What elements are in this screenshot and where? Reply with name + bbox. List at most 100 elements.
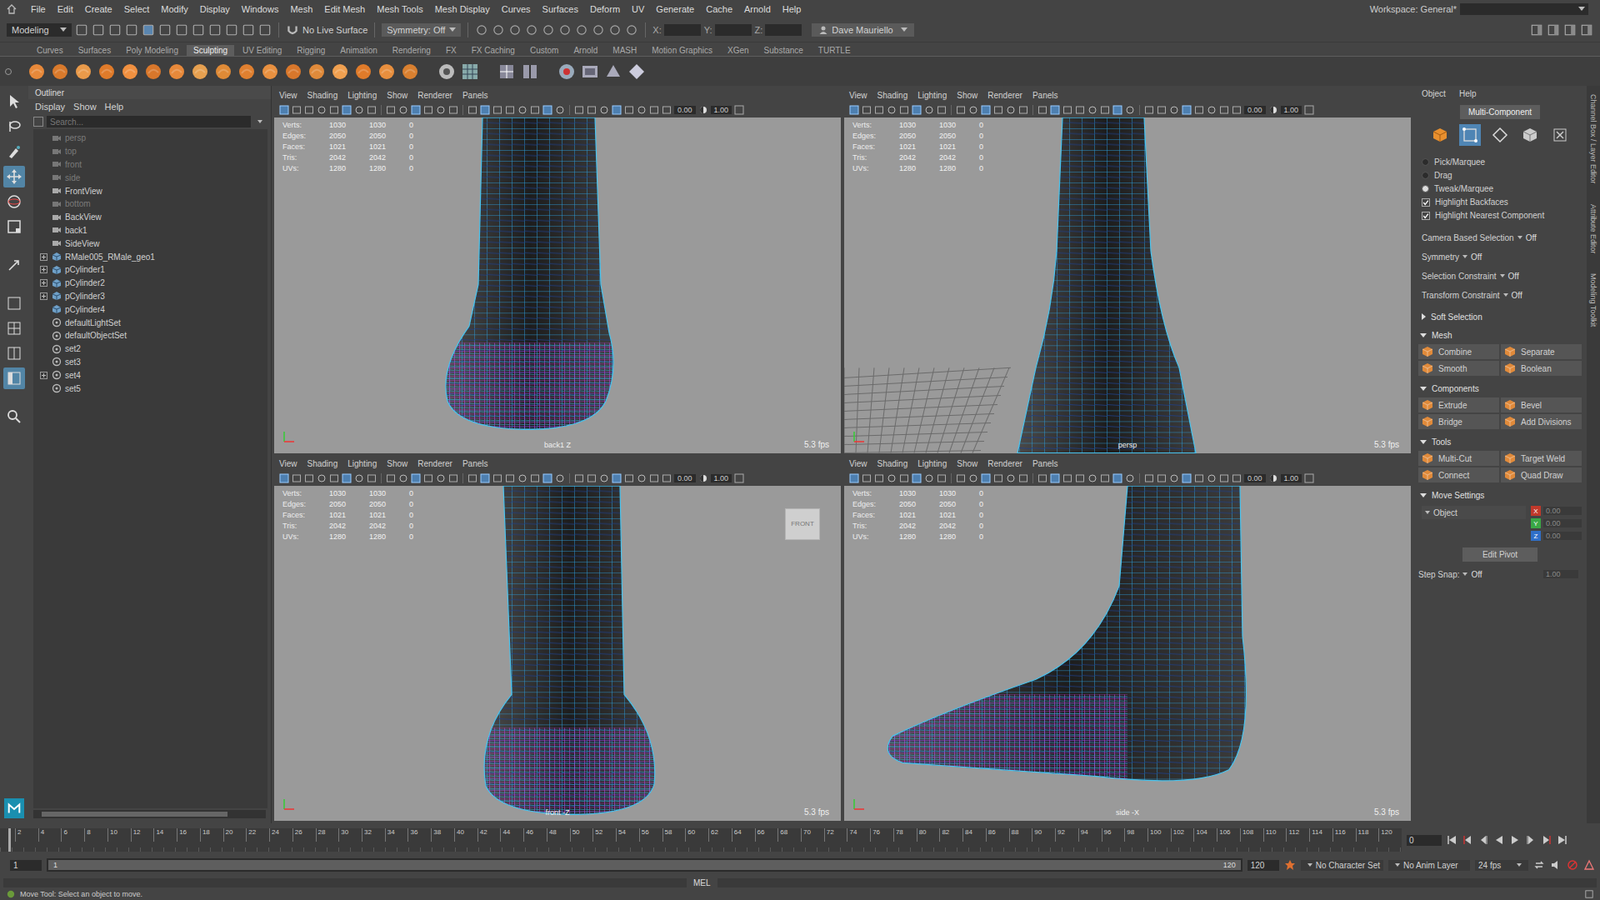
viewport-tool-icon[interactable] [936, 105, 947, 115]
outliner-scrollbar[interactable] [33, 810, 266, 819]
radio-option[interactable]: Pick/Marquee [1421, 155, 1579, 169]
viewport-tool-icon[interactable] [1181, 105, 1192, 115]
menu-item[interactable]: Mesh [284, 4, 319, 15]
status-tool-icon[interactable] [258, 23, 272, 37]
search-options[interactable] [257, 120, 263, 124]
render-icon[interactable] [475, 23, 489, 37]
render-icon[interactable] [591, 23, 605, 37]
menu-item[interactable]: Deform [584, 4, 626, 15]
color-management-icon[interactable] [1304, 105, 1315, 115]
option-row[interactable]: Selection ConstraintOff [1421, 266, 1579, 285]
menu-item[interactable]: UV [625, 4, 650, 15]
outliner-item[interactable]: SideView [33, 236, 268, 250]
shelf-options[interactable] [3, 60, 14, 84]
viewport-tool-icon[interactable] [555, 105, 565, 115]
viewport-tool-icon[interactable] [955, 105, 966, 115]
viewport-menu-item[interactable]: Panels [462, 90, 489, 100]
menu-item[interactable]: Generate [650, 4, 700, 15]
sculpt-brush-icon[interactable] [376, 61, 397, 82]
exposure-field[interactable]: 0.00 [1244, 474, 1266, 483]
view-cube[interactable]: FRONT [785, 509, 820, 540]
viewport-menu-item[interactable]: Renderer [987, 459, 1023, 469]
viewport-tool-icon[interactable] [304, 473, 315, 484]
side-tab[interactable]: Attribute Editor [1589, 204, 1598, 255]
fps-dropdown[interactable]: 24 fps [1475, 860, 1529, 871]
workspace-dropdown[interactable] [1460, 3, 1589, 15]
viewport-tool-icon[interactable] [1206, 473, 1217, 484]
shelf-tab[interactable]: Surfaces [71, 45, 118, 56]
outliner-menu-item[interactable]: Help [105, 101, 125, 112]
viewport-tool-icon[interactable] [1194, 473, 1205, 484]
component-mode-button[interactable] [1489, 124, 1511, 146]
viewport-tool-icon[interactable] [980, 473, 991, 484]
multi-component-button[interactable]: Multi-Component [1460, 105, 1540, 120]
viewport-tool-icon[interactable] [911, 473, 922, 484]
last-icon[interactable] [1556, 834, 1569, 846]
tool-button[interactable] [3, 292, 25, 315]
viewport-tool-icon[interactable] [366, 473, 377, 484]
symmetry-dropdown[interactable]: Symmetry: Off [381, 23, 461, 37]
component-mode-button[interactable] [1459, 124, 1481, 146]
outliner-menu-item[interactable]: Display [35, 101, 65, 112]
viewport-tool-icon[interactable] [480, 473, 490, 484]
viewport-tool-icon[interactable] [555, 473, 565, 484]
range-handle[interactable]: 1120 [48, 860, 1241, 870]
outliner-item[interactable]: set2 [33, 342, 268, 356]
component-mode-button[interactable] [1429, 124, 1451, 146]
viewport-tool-icon[interactable] [636, 105, 647, 115]
viewport-tool-icon[interactable] [354, 105, 365, 115]
toolkit-button[interactable]: Bevel [1500, 397, 1582, 413]
transfer-icon[interactable] [626, 61, 647, 82]
tool-button[interactable] [3, 90, 25, 113]
menu-item[interactable]: Cache [700, 4, 739, 15]
viewport-tool-icon[interactable] [530, 105, 540, 115]
character-set-dropdown[interactable]: No Character Set [1300, 860, 1384, 871]
grid-icon[interactable] [460, 61, 480, 82]
viewport-tool-icon[interactable] [1018, 473, 1029, 484]
command-input[interactable] [3, 878, 687, 888]
shelf-tab[interactable]: Custom [523, 45, 565, 56]
viewport-tool-icon[interactable] [624, 105, 635, 115]
sculpt-brush-icon[interactable] [213, 61, 234, 82]
sculpt-brush-icon[interactable] [236, 61, 257, 82]
outliner-item[interactable]: side [33, 170, 268, 185]
tool-button[interactable] [3, 140, 25, 163]
freeze-icon[interactable] [436, 61, 457, 82]
component-mode-button[interactable] [1549, 124, 1571, 146]
viewport-tool-icon[interactable] [993, 473, 1004, 484]
color-management-icon[interactable] [734, 473, 745, 484]
start-field[interactable]: 1 [10, 860, 42, 871]
status-tool-icon[interactable] [91, 23, 105, 37]
viewport-tool-icon[interactable] [1112, 105, 1123, 115]
menu-item[interactable]: Curves [495, 4, 537, 15]
color-management-icon[interactable] [1304, 473, 1315, 484]
viewport-tool-icon[interactable] [911, 105, 922, 115]
outliner-item[interactable]: BackView [33, 210, 268, 225]
sculpt-brush-icon[interactable] [306, 61, 327, 82]
status-tool-icon[interactable] [241, 23, 255, 37]
viewport-tool-icon[interactable] [1100, 473, 1110, 484]
render-icon[interactable] [625, 23, 639, 37]
tool-button[interactable] [3, 342, 25, 365]
first-icon[interactable] [1445, 834, 1458, 846]
viewport-tool-icon[interactable] [955, 473, 966, 484]
gamma-icon[interactable] [1268, 105, 1279, 115]
viewport-tool-icon[interactable] [435, 473, 446, 484]
outliner-item[interactable]: pCylinder2 [33, 276, 268, 290]
sculpt-brush-icon[interactable] [260, 61, 280, 82]
viewport-tool-icon[interactable] [1144, 105, 1155, 115]
range-bar[interactable]: 1120 [46, 858, 1243, 872]
viewport-tool-icon[interactable] [586, 473, 597, 484]
viewport-canvas[interactable]: Verts: 103010300Edges: 205020500Faces: 1… [844, 485, 1411, 822]
viewport-tool-icon[interactable] [968, 105, 979, 115]
viewport-tool-icon[interactable] [1005, 473, 1016, 484]
viewport-tool-icon[interactable] [329, 473, 340, 484]
toolkit-button[interactable]: Connect [1418, 467, 1500, 483]
menu-item[interactable]: Create [79, 4, 119, 15]
viewport-tool-icon[interactable] [924, 105, 935, 115]
filter-icon[interactable] [33, 116, 44, 127]
viewport-tool-icon[interactable] [649, 473, 660, 484]
end-field[interactable]: 120 [1247, 860, 1280, 871]
viewport-tool-icon[interactable] [1194, 105, 1205, 115]
shelf-tab[interactable]: Poly Modeling [119, 45, 185, 56]
